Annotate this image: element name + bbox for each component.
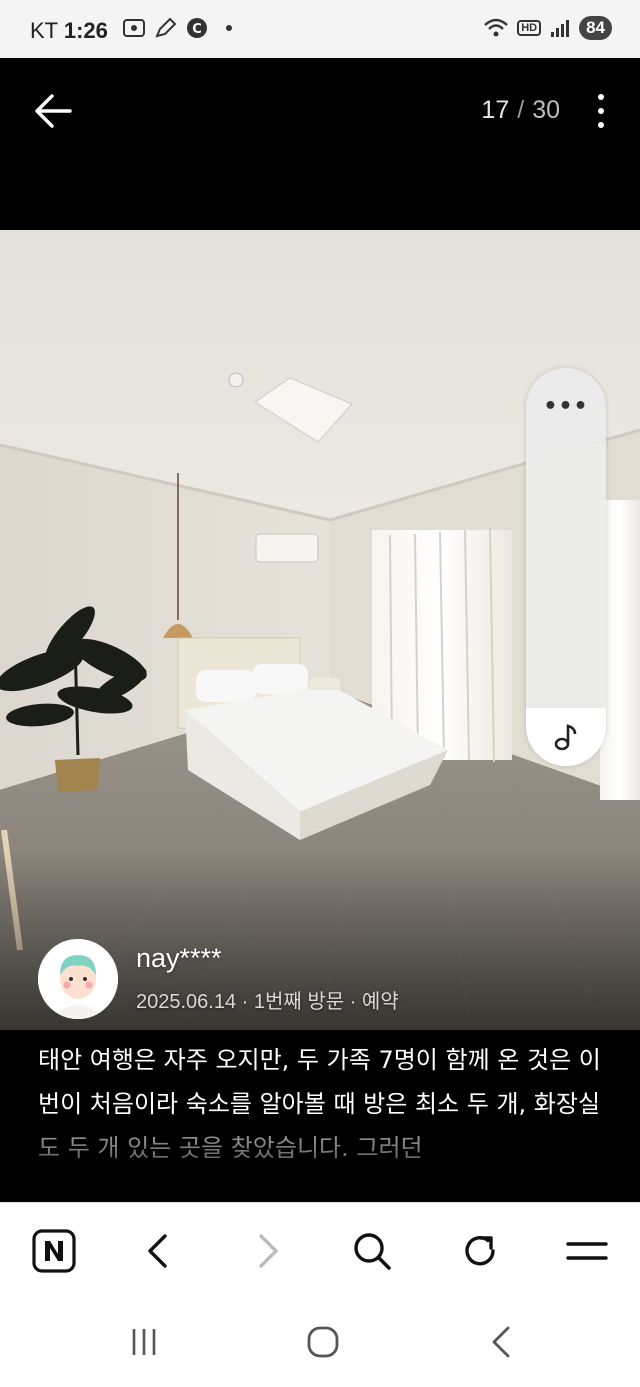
counter-separator: / (517, 96, 525, 124)
status-system-icons: HD 84 (483, 16, 612, 40)
back-arrow-icon (148, 1234, 167, 1268)
home-icon (307, 1326, 339, 1358)
dot-icon (226, 25, 232, 31)
recent-apps-icon (132, 1329, 156, 1355)
review-text-panel[interactable]: 태안 여행은 자주 오지만, 두 가족 7명이 함께 온 것은 이번이 처음이라… (0, 1030, 640, 1202)
status-carrier-time: KT 1:26 (30, 18, 108, 44)
more-dot (598, 122, 604, 128)
counter-total: 30 (532, 96, 560, 124)
photo-counter: 17/30 (481, 96, 560, 125)
signal-icon (551, 20, 570, 37)
back-chevron-icon (492, 1326, 510, 1358)
forward-arrow-icon (259, 1234, 278, 1268)
more-dot (598, 108, 604, 114)
system-back-button[interactable] (480, 1322, 524, 1362)
pen-icon (155, 17, 177, 38)
reviewer-meta: 2025.06.14 · 1번째 방문 · 예약 (136, 991, 399, 1013)
hd-icon: HD (517, 20, 542, 36)
more-dot (598, 94, 604, 100)
counter-current: 17 (481, 96, 510, 124)
c-icon: C (187, 18, 207, 38)
system-nav-bar (0, 1298, 640, 1387)
naver-home-icon (32, 1229, 76, 1273)
battery-icon: 84 (579, 16, 612, 40)
home-button[interactable] (301, 1322, 345, 1362)
back-arrow-icon (35, 94, 72, 128)
widget-menu-button[interactable]: ••• (526, 394, 606, 419)
avatar-icon (38, 939, 118, 1019)
svg-text:C: C (192, 22, 202, 37)
menu-button[interactable] (563, 1227, 611, 1275)
floating-widget[interactable]: ••• (526, 368, 606, 766)
reviewer-name[interactable]: nay**** (136, 943, 222, 974)
search-icon (354, 1233, 391, 1270)
status-notification-icons: C (122, 17, 232, 39)
wifi-icon (484, 18, 508, 37)
review-fade-overlay (0, 1126, 640, 1202)
browser-toolbar (0, 1202, 640, 1298)
clock: 1:26 (63, 18, 108, 43)
back-button[interactable] (28, 86, 78, 136)
reviewer-avatar[interactable] (38, 939, 118, 1019)
menu-icon (566, 1242, 608, 1260)
nav-forward-button[interactable] (244, 1227, 292, 1275)
search-button[interactable] (348, 1227, 396, 1275)
screenshot-icon (123, 19, 145, 37)
recent-apps-button[interactable] (122, 1322, 166, 1362)
nav-back-button[interactable] (134, 1227, 182, 1275)
status-bar: KT 1:26 C HD 84 (0, 0, 640, 58)
music-note-icon (554, 724, 577, 751)
more-options-button[interactable] (586, 90, 616, 132)
refresh-icon (465, 1236, 495, 1266)
refresh-button[interactable] (456, 1227, 504, 1275)
naver-home-button[interactable] (30, 1227, 78, 1275)
carrier-label: KT (30, 18, 58, 43)
viewer-header: 17/30 (0, 58, 640, 230)
